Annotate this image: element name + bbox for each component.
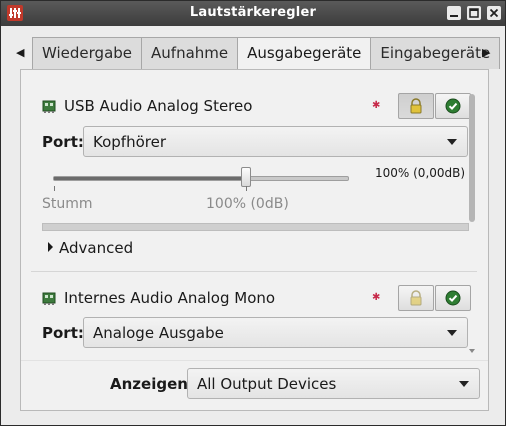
chevron-down-icon bbox=[447, 139, 457, 145]
port-select-value: Kopfhörer bbox=[93, 133, 166, 151]
chevron-down-icon bbox=[459, 381, 469, 387]
lock-icon bbox=[410, 290, 422, 306]
chevron-down-icon bbox=[447, 330, 457, 336]
tab-input-devices[interactable]: Eingabegeräte bbox=[370, 37, 501, 69]
mute-indicator-icon[interactable]: ✱ bbox=[372, 293, 382, 303]
volume-control-window: Lautstärkeregler ◀ Wiedergabe Aufnahme A… bbox=[0, 0, 506, 426]
sound-card-icon bbox=[42, 292, 56, 305]
check-icon bbox=[445, 290, 461, 306]
tab-playback[interactable]: Wiedergabe bbox=[32, 37, 143, 69]
port-select[interactable]: Analoge Ausgabe bbox=[83, 317, 468, 348]
device-list: USB Audio Analog Stereo ✱ Port: Kopfhöre… bbox=[31, 70, 477, 356]
set-default-button[interactable] bbox=[435, 285, 471, 311]
sound-card-icon bbox=[42, 100, 56, 113]
port-select-value: Analoge Ausgabe bbox=[93, 324, 224, 342]
minimize-button[interactable] bbox=[447, 6, 461, 20]
mark-100-label: 100% (0dB) bbox=[206, 196, 289, 212]
lock-channels-button[interactable] bbox=[398, 285, 434, 311]
tab-output-devices[interactable]: Ausgabegeräte bbox=[237, 37, 372, 70]
maximize-button[interactable] bbox=[467, 6, 481, 20]
check-icon bbox=[445, 98, 461, 114]
lock-channels-button[interactable] bbox=[398, 93, 434, 119]
footer-separator bbox=[21, 360, 488, 361]
scroll-down-icon[interactable] bbox=[469, 349, 475, 353]
set-default-button[interactable] bbox=[435, 93, 471, 119]
tab-bar: Wiedergabe Aufnahme Ausgabegeräte Eingab… bbox=[32, 37, 501, 70]
tick-100 bbox=[246, 186, 247, 191]
show-devices-value: All Output Devices bbox=[197, 375, 337, 393]
maximize-icon bbox=[469, 8, 479, 18]
device-name: USB Audio Analog Stereo bbox=[64, 97, 253, 115]
advanced-label: Advanced bbox=[59, 239, 134, 257]
port-select[interactable]: Kopfhörer bbox=[83, 126, 468, 157]
port-label: Port: bbox=[42, 133, 84, 151]
vertical-scrollbar[interactable] bbox=[469, 94, 475, 356]
scrollbar-thumb[interactable] bbox=[469, 94, 475, 222]
volume-readout: 100% (0,00dB) bbox=[375, 166, 466, 180]
chevron-right-icon bbox=[48, 242, 53, 252]
title-bar[interactable]: Lautstärkeregler bbox=[1, 1, 505, 26]
peak-meter bbox=[42, 223, 469, 231]
volume-slider-fill bbox=[54, 177, 247, 180]
mute-indicator-icon[interactable]: ✱ bbox=[372, 101, 382, 111]
tab-scroll-right-icon[interactable]: ▶ bbox=[482, 46, 490, 59]
show-label: Anzeigen: bbox=[110, 375, 194, 393]
device-name: Internes Audio Analog Mono bbox=[64, 289, 276, 307]
show-devices-select[interactable]: All Output Devices bbox=[187, 368, 480, 399]
tab-recording[interactable]: Aufnahme bbox=[141, 37, 239, 69]
tab-content-panel: USB Audio Analog Stereo ✱ Port: Kopfhöre… bbox=[20, 69, 489, 411]
mark-mute-label: Stumm bbox=[42, 196, 93, 212]
lock-icon bbox=[410, 98, 422, 114]
close-icon bbox=[489, 8, 499, 18]
advanced-expander[interactable]: Advanced bbox=[48, 239, 133, 257]
close-button[interactable] bbox=[487, 6, 501, 20]
window-title: Lautstärkeregler bbox=[189, 5, 317, 20]
port-label: Port: bbox=[42, 324, 84, 342]
device-separator bbox=[31, 271, 477, 272]
volume-slider-handle[interactable] bbox=[241, 167, 251, 187]
volume-slider-track[interactable] bbox=[53, 176, 349, 181]
tick-mute bbox=[54, 186, 55, 191]
minimize-icon bbox=[450, 15, 458, 17]
tab-scroll-left-icon[interactable]: ◀ bbox=[16, 46, 24, 59]
